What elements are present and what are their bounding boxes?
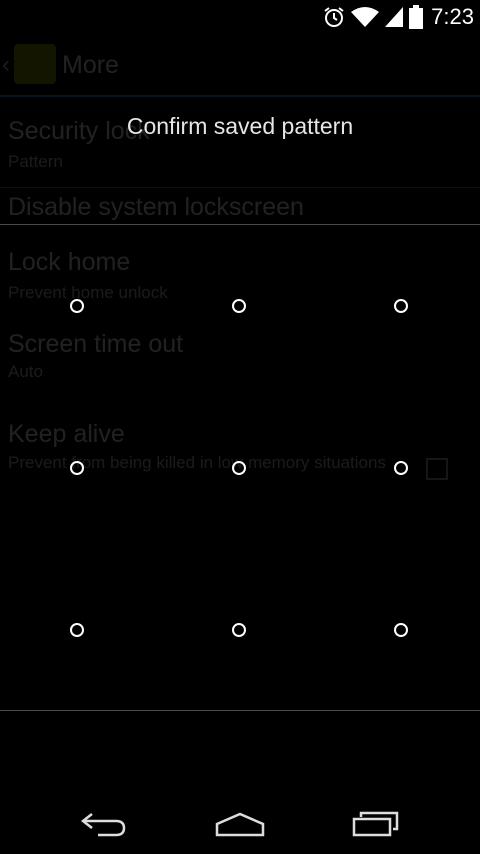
divider-bottom: [0, 710, 480, 711]
signal-icon: [385, 6, 404, 28]
pattern-dot-7[interactable]: [70, 623, 84, 637]
pattern-grid[interactable]: [0, 225, 480, 710]
recent-apps-icon: [351, 811, 401, 842]
home-icon: [214, 811, 266, 842]
status-icons: 7:23: [317, 2, 474, 32]
pattern-dot-4[interactable]: [70, 461, 84, 475]
battery-icon: [409, 5, 424, 29]
screen: 7:23 ‹ More Security lock Pattern Disabl…: [0, 0, 480, 854]
dialog-title: Confirm saved pattern: [126, 113, 354, 139]
pattern-dot-3[interactable]: [394, 299, 408, 313]
pattern-dot-5[interactable]: [232, 461, 246, 475]
pattern-dot-9[interactable]: [394, 623, 408, 637]
pattern-overlay: Confirm saved pattern: [0, 33, 480, 799]
home-button[interactable]: [200, 806, 280, 846]
clock: 7:23: [431, 4, 474, 29]
status-bar: 7:23: [0, 0, 480, 33]
pattern-dot-8[interactable]: [232, 623, 246, 637]
recent-apps-button[interactable]: [336, 806, 416, 846]
alarm-icon: [323, 6, 345, 28]
pattern-dot-1[interactable]: [70, 299, 84, 313]
pattern-dot-2[interactable]: [232, 299, 246, 313]
navigation-bar: [0, 798, 480, 854]
back-button[interactable]: [64, 806, 144, 846]
wifi-icon: [351, 6, 380, 28]
pattern-dot-6[interactable]: [394, 461, 408, 475]
back-icon: [80, 811, 128, 842]
